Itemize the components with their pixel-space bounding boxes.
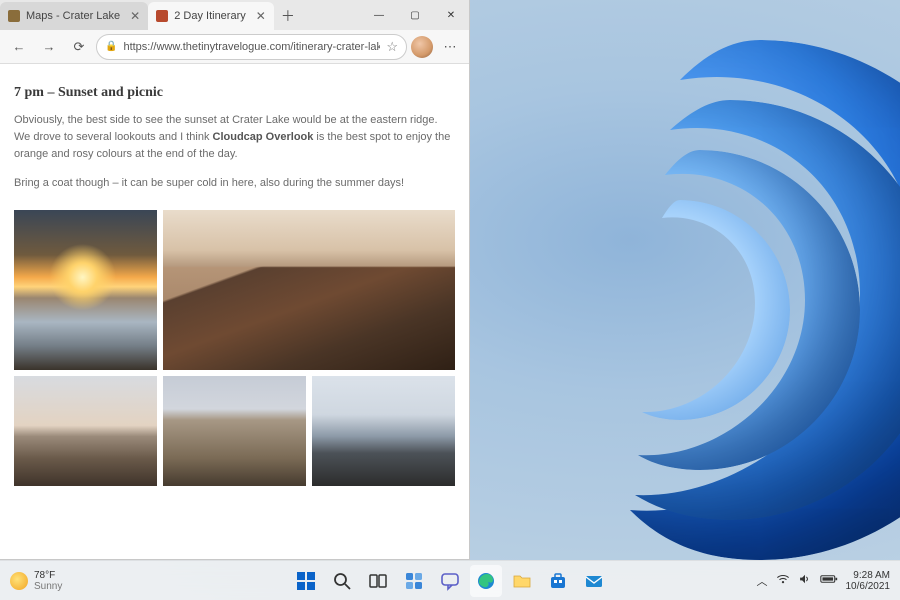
tab-label: Maps - Crater Lake (26, 10, 120, 22)
new-tab-button[interactable]: ＋ (274, 2, 302, 30)
lock-icon: 🔒 (105, 41, 117, 52)
favorite-icon[interactable]: ☆ (386, 39, 398, 55)
weather-condition: Sunny (34, 581, 62, 592)
weather-temp: 78°F (34, 570, 62, 581)
window-controls: — ▢ ✕ (361, 0, 469, 30)
taskbar-weather[interactable]: 78°F Sunny (0, 570, 72, 592)
clock-date: 10/6/2021 (846, 581, 891, 592)
taskbar-clock[interactable]: 9:28 AM 10/6/2021 (846, 570, 891, 592)
photo-gallery (14, 210, 455, 486)
address-bar[interactable]: 🔒 ☆ (96, 34, 407, 60)
gallery-photo-ridge[interactable] (163, 210, 455, 370)
back-button[interactable]: ← (6, 34, 32, 60)
taskbar-center (290, 565, 610, 597)
tray-overflow-icon[interactable]: ︿ (757, 573, 768, 589)
page-content[interactable]: 7 pm – Sunset and picnic Obviously, the … (0, 64, 469, 559)
close-window-button[interactable]: ✕ (433, 0, 469, 30)
gallery-photo-sunset[interactable] (14, 210, 157, 370)
tab-strip: Maps - Crater Lake ✕ 2 Day Itinerary ✕ ＋ (0, 0, 361, 30)
desktop: Maps - Crater Lake ✕ 2 Day Itinerary ✕ ＋… (0, 0, 900, 600)
tab-maps[interactable]: Maps - Crater Lake ✕ (0, 2, 148, 30)
search-button[interactable] (326, 565, 358, 597)
browser-window: Maps - Crater Lake ✕ 2 Day Itinerary ✕ ＋… (0, 0, 470, 560)
minimize-button[interactable]: — (361, 0, 397, 30)
gallery-photo-haze[interactable] (14, 376, 157, 486)
widgets-button[interactable] (398, 565, 430, 597)
url-input[interactable] (123, 41, 380, 53)
tab-itinerary[interactable]: 2 Day Itinerary ✕ (148, 2, 274, 30)
start-button[interactable] (290, 565, 322, 597)
article-paragraph: Obviously, the best side to see the suns… (14, 112, 455, 163)
taskbar: 78°F Sunny (0, 560, 900, 600)
system-tray: ︿ 9:28 AM 10/6/2021 (747, 570, 900, 592)
chat-button[interactable] (434, 565, 466, 597)
volume-icon[interactable] (798, 572, 812, 589)
article-paragraph: Bring a coat though – it can be super co… (14, 175, 455, 192)
maximize-button[interactable]: ▢ (397, 0, 433, 30)
close-tab-icon[interactable]: ✕ (130, 9, 140, 23)
battery-icon[interactable] (820, 573, 838, 588)
forward-button[interactable]: → (36, 34, 62, 60)
close-tab-icon[interactable]: ✕ (256, 9, 266, 23)
favicon-icon (8, 10, 20, 22)
browser-titlebar[interactable]: Maps - Crater Lake ✕ 2 Day Itinerary ✕ ＋… (0, 0, 469, 30)
weather-sun-icon (10, 572, 28, 590)
refresh-button[interactable]: ⟳ (66, 34, 92, 60)
task-view-button[interactable] (362, 565, 394, 597)
tab-label: 2 Day Itinerary (174, 10, 246, 22)
store-icon[interactable] (542, 565, 574, 597)
more-menu-button[interactable]: ⋯ (437, 34, 463, 60)
clock-time: 9:28 AM (846, 570, 891, 581)
gallery-photo-road[interactable] (312, 376, 455, 486)
mail-icon[interactable] (578, 565, 610, 597)
file-explorer-icon[interactable] (506, 565, 538, 597)
gallery-photo-dusk[interactable] (163, 376, 306, 486)
article-heading: 7 pm – Sunset and picnic (14, 82, 455, 104)
profile-avatar[interactable] (411, 36, 433, 58)
favicon-icon (156, 10, 168, 22)
wifi-icon[interactable] (776, 572, 790, 589)
edge-app-icon[interactable] (470, 565, 502, 597)
browser-toolbar: ← → ⟳ 🔒 ☆ ⋯ (0, 30, 469, 64)
